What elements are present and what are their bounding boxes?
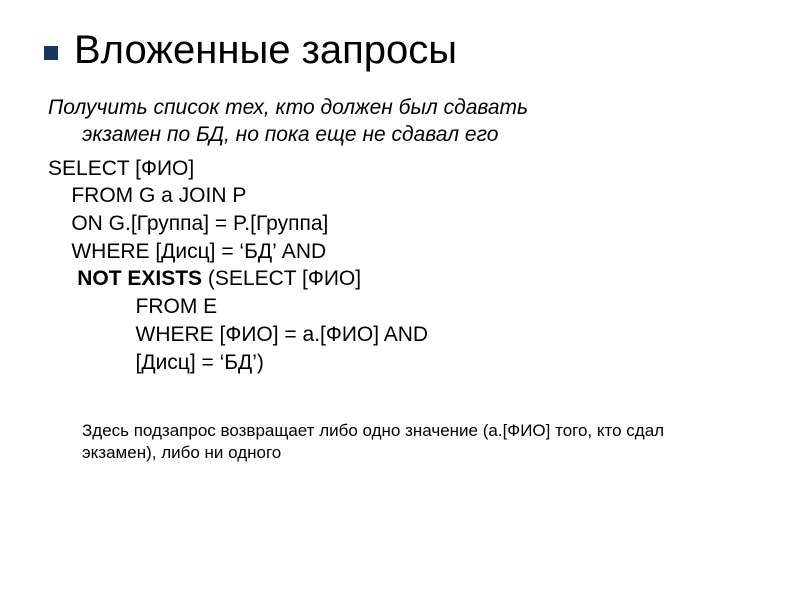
sql-line-4: WHERE [Дисц] = ‘БД’ AND <box>48 240 326 263</box>
sql-line-5a <box>48 267 77 290</box>
sql-line-7: WHERE [ФИО] = a.[ФИО] AND <box>48 323 428 346</box>
task-line-1: Получить список тех, кто должен был сдав… <box>48 96 528 119</box>
slide-title: Вложенные запросы <box>74 28 457 72</box>
slide-body: Получить список тех, кто должен был сдав… <box>44 94 756 465</box>
task-text: Получить список тех, кто должен был сдав… <box>48 94 756 149</box>
sql-block: SELECT [ФИО] FROM G a JOIN P ON G.[Групп… <box>48 155 756 377</box>
sub-note: Здесь подзапрос возвращает либо одно зна… <box>48 420 756 464</box>
sql-not-exists: NOT EXISTS <box>77 267 202 290</box>
task-line-2: экзамен по БД, но пока еще не сдавал его <box>48 121 756 148</box>
sql-line-8: [Дисц] = ‘БД’) <box>48 351 264 374</box>
sql-line-1: SELECT [ФИО] <box>48 157 194 180</box>
sql-line-3: ON G.[Группа] = P.[Группа] <box>48 212 328 235</box>
sql-line-6: FROM E <box>48 295 217 318</box>
slide: Вложенные запросы Получить список тех, к… <box>0 0 800 600</box>
sql-line-5c: (SELECT [ФИО] <box>202 267 361 290</box>
title-bullet-icon <box>44 46 58 60</box>
title-row: Вложенные запросы <box>44 28 756 72</box>
sql-line-2: FROM G a JOIN P <box>48 184 246 207</box>
